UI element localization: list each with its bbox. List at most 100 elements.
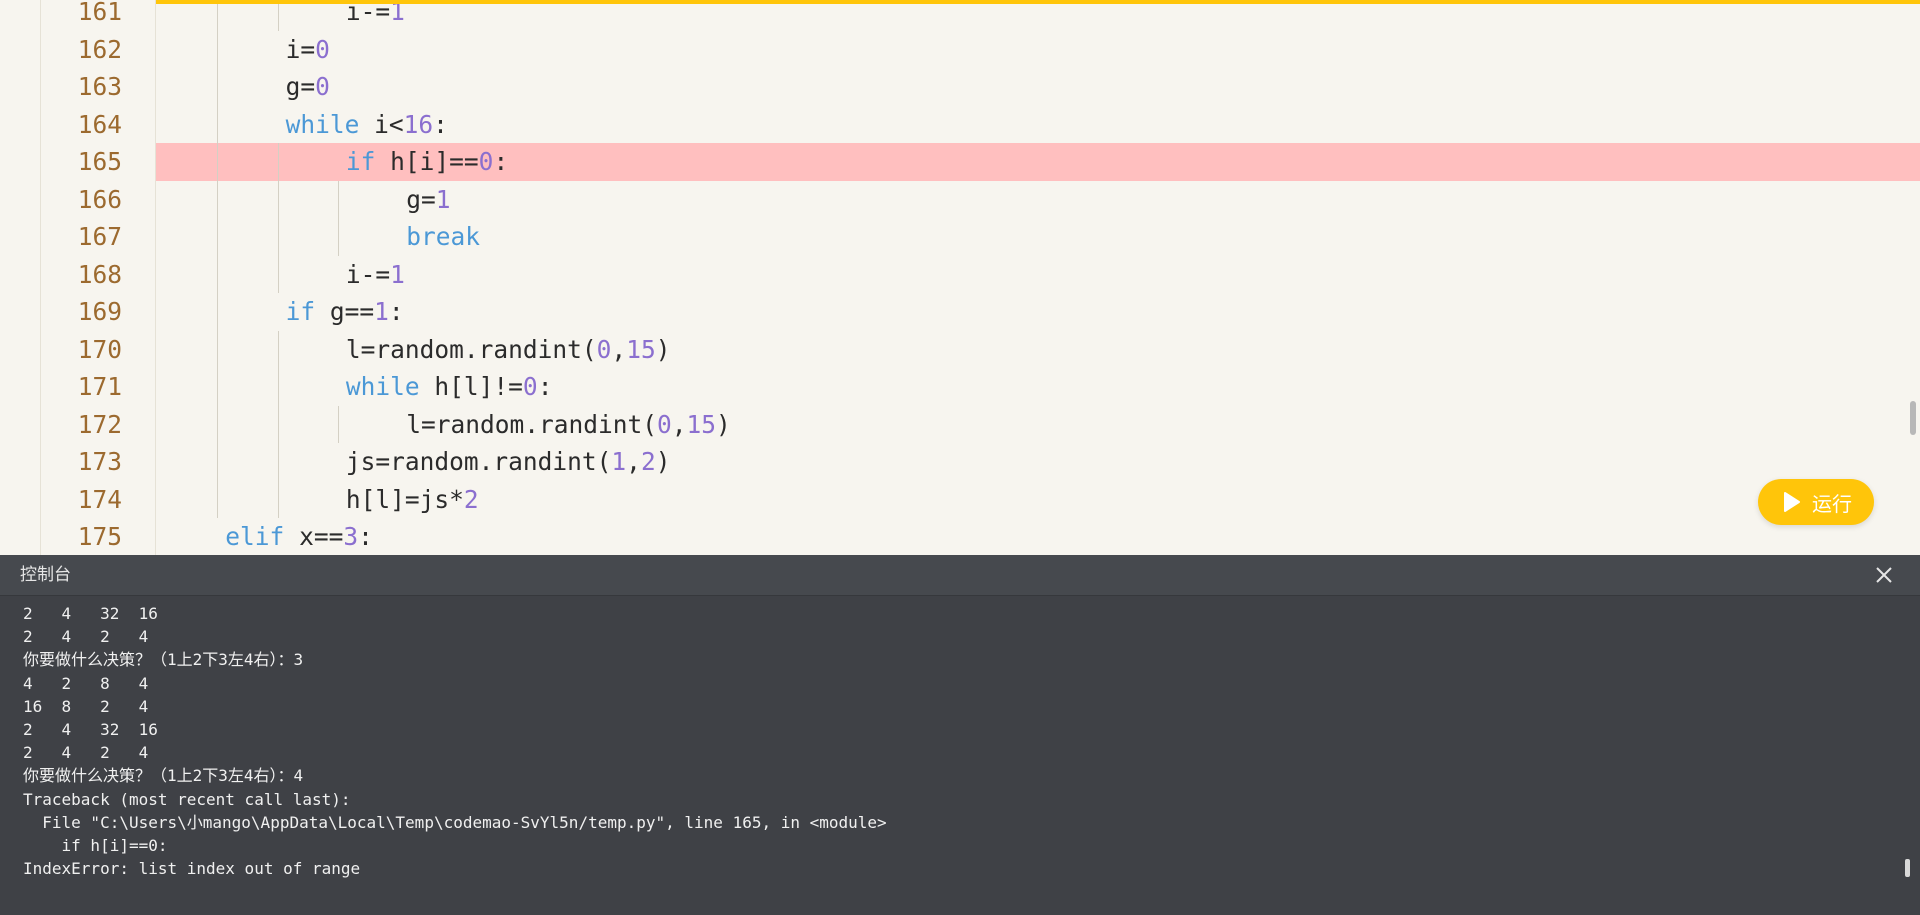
keyword-token: if	[285, 297, 316, 326]
code-line[interactable]: 175 elif x==3:	[0, 518, 1920, 555]
console-line: 2 4 2 4	[23, 743, 149, 763]
code-token: i<	[359, 109, 404, 139]
number-token: 0	[522, 372, 538, 401]
code-text: elif x==3:	[225, 518, 373, 555]
console-output[interactable]: 2 4 32 16 2 4 2 4 你要做什么决策？（1上2下3左4右）：3 4 2 …	[23, 602, 1883, 880]
code-token: x==	[284, 522, 344, 551]
play-icon	[1784, 492, 1800, 512]
console-line: IndexError: list index out of range	[23, 859, 361, 879]
console-line: 2 4 32 16	[23, 719, 158, 739]
line-number: 165	[77, 147, 122, 176]
number-token: 1	[435, 184, 451, 214]
number-token: 1	[374, 297, 389, 326]
line-number: 175	[77, 522, 122, 551]
run-button[interactable]: 运行	[1758, 479, 1874, 525]
line-number: 171	[77, 372, 122, 401]
number-token: 0	[656, 409, 672, 439]
indent-guide	[217, 0, 219, 518]
indent-guide	[277, 0, 279, 31]
code-line[interactable]: 161 i-=1	[0, 0, 1920, 31]
code-token: :	[388, 297, 404, 326]
console-line: 你要做什么决策？（1上2下3左4右）：4	[23, 766, 304, 786]
console-panel: 控制台 2 4 32 16 2 4 2 4 你要做什么决策？（1上2下3左4右）：3…	[0, 555, 1920, 915]
console-scrollbar-thumb[interactable]	[1905, 859, 1910, 877]
code-token: l=random.randint(	[345, 334, 597, 364]
code-text: l=random.randint(0,15)	[406, 406, 731, 444]
line-number: 170	[77, 334, 122, 364]
number-token: 1	[611, 447, 627, 476]
console-line: Traceback (most recent call last):	[23, 789, 351, 809]
number-token: 0	[478, 147, 494, 176]
console-line: 4 2 8 4	[23, 673, 149, 693]
code-token: i-=	[345, 259, 391, 289]
number-token: 0	[315, 34, 330, 64]
code-line[interactable]: 170 l=random.randint(0,15)	[0, 331, 1920, 369]
number-token: 15	[686, 409, 716, 439]
code-token: h[l]=js*	[345, 484, 464, 514]
code-token: g=	[285, 72, 316, 101]
indent-guide	[337, 180, 339, 256]
keyword-token: while	[345, 372, 420, 401]
code-text: g=0	[286, 68, 330, 106]
editor-scrollbar-thumb[interactable]	[1910, 401, 1916, 435]
keyword-token: break	[406, 222, 480, 251]
number-token: 0	[315, 72, 330, 101]
close-icon[interactable]	[1874, 565, 1894, 585]
code-text: while i<16:	[286, 106, 448, 144]
code-line[interactable]: 168 i-=1	[0, 256, 1920, 294]
code-token: ,	[671, 409, 687, 439]
code-token: :	[433, 109, 448, 139]
console-line: 16 8 2 4	[23, 696, 149, 716]
indent-guide	[277, 330, 279, 518]
number-token: 0	[596, 334, 612, 364]
code-line[interactable]: 162 i=0	[0, 31, 1920, 69]
code-text: if h[i]==0:	[346, 143, 508, 181]
indent-guide	[337, 405, 339, 443]
code-token: )	[716, 409, 731, 439]
code-token: :	[358, 522, 373, 551]
code-line[interactable]: 172 l=random.randint(0,15)	[0, 406, 1920, 444]
code-token: )	[655, 334, 671, 364]
line-number: 164	[77, 109, 122, 139]
run-button-label: 运行	[1812, 491, 1852, 516]
console-header: 控制台	[0, 555, 1920, 596]
line-number: 166	[77, 184, 122, 214]
code-line[interactable]: 173 js=random.randint(1,2)	[0, 443, 1920, 481]
code-line[interactable]: 174 h[l]=js*2	[0, 481, 1920, 519]
code-line[interactable]: 171 while h[l]!=0:	[0, 368, 1920, 406]
line-number: 162	[77, 34, 122, 64]
code-token: ,	[611, 334, 627, 364]
console-line: 2 4 32 16	[23, 604, 158, 623]
number-token: 3	[343, 522, 359, 551]
keyword-token: elif	[225, 522, 285, 551]
code-line[interactable]: 164 while i<16:	[0, 106, 1920, 144]
number-token: 2	[640, 447, 656, 476]
line-number: 169	[77, 297, 122, 326]
code-token: h[l]!=	[419, 372, 523, 401]
code-token: )	[655, 447, 671, 476]
code-token: i=	[285, 34, 316, 64]
code-line[interactable]: 169 if g==1:	[0, 293, 1920, 331]
number-token: 1	[390, 259, 405, 289]
code-text: g=1	[406, 181, 450, 219]
code-line[interactable]: 167 break	[0, 218, 1920, 256]
code-text: break	[406, 218, 480, 256]
console-line: File "C:\Users\小mango\AppData\Local\Temp…	[23, 812, 887, 832]
code-text: l=random.randint(0,15)	[346, 331, 671, 369]
code-text: while h[l]!=0:	[346, 368, 553, 406]
console-line: 你要做什么决策？（1上2下3左4右）：3	[23, 650, 304, 670]
code-line[interactable]: 163 g=0	[0, 68, 1920, 106]
number-token: 2	[463, 484, 479, 514]
code-line[interactable]: 165 if h[i]==0:	[0, 143, 1920, 181]
code-text: i=0	[286, 31, 330, 69]
line-number: 172	[77, 409, 122, 439]
line-number: 174	[77, 484, 122, 514]
code-token: l=random.randint(	[406, 409, 657, 439]
line-number: 161	[77, 0, 122, 26]
code-text: if g==1:	[286, 293, 404, 331]
line-number: 168	[77, 259, 122, 289]
code-editor[interactable]: 161 i-=1 162 i=0 163 g=0 164 while i<16: 165 if h…	[0, 0, 1920, 555]
line-number: 173	[77, 447, 122, 476]
code-line[interactable]: 166 g=1	[0, 181, 1920, 219]
keyword-token: while	[285, 109, 360, 139]
